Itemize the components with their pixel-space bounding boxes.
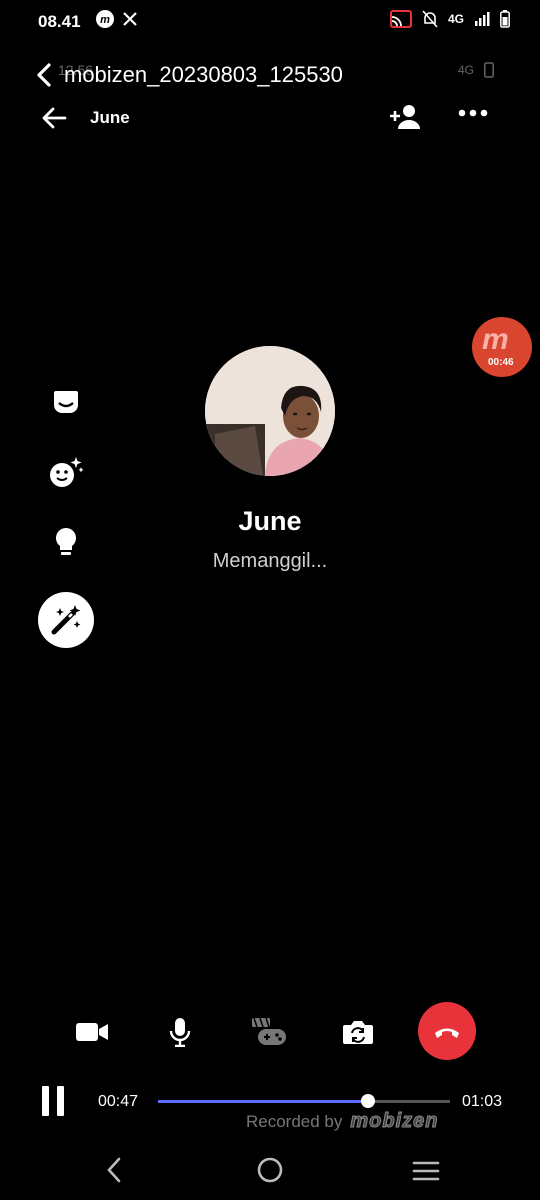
call-controls <box>0 1000 540 1064</box>
mute-bell-icon <box>422 10 438 28</box>
contact-name: June <box>238 506 302 536</box>
contact-avatar <box>205 346 335 476</box>
status-bar: 08.41 m 4G <box>0 0 540 44</box>
total-time: 01:03 <box>462 1093 503 1110</box>
back-nav-icon[interactable] <box>104 1156 124 1184</box>
video-file-name: mobizen_20230803_125530 <box>64 62 343 87</box>
microphone-icon <box>169 1018 191 1047</box>
pause-icon-bar-left <box>42 1086 49 1116</box>
recorded-network-type: 4G <box>457 63 474 77</box>
network-type: 4G <box>447 12 464 26</box>
call-status: Memanggil... <box>212 550 328 572</box>
switch-camera-icon <box>343 1021 373 1044</box>
status-left-icons: m <box>96 10 138 28</box>
recording-timer: 00:46 <box>488 357 514 368</box>
switch-camera-button[interactable] <box>330 1004 386 1060</box>
status-time: 08.41 <box>38 12 81 31</box>
status-right-icons: 4G <box>389 10 510 28</box>
video-title-bar: mobizen_20230803_125530 <box>34 62 343 88</box>
chat-bubble-icon <box>54 391 78 413</box>
header-contact-name: June <box>90 108 130 127</box>
effects-tool[interactable] <box>38 452 94 492</box>
magic-tool[interactable] <box>38 592 94 648</box>
seek-thumb[interactable] <box>361 1094 376 1108</box>
mobizen-logo: m <box>482 323 509 356</box>
games-button[interactable] <box>240 1004 296 1060</box>
gamepad-icon <box>252 1017 286 1045</box>
seek-progress <box>158 1100 369 1103</box>
recorded-battery-icon <box>484 62 494 78</box>
pause-button[interactable] <box>42 1086 64 1116</box>
recents-nav-icon[interactable] <box>412 1160 440 1182</box>
signal-icon <box>475 12 490 26</box>
x-logo-icon <box>123 12 137 26</box>
more-options-icon[interactable] <box>458 108 488 118</box>
battery-icon <box>500 10 510 28</box>
call-header: June <box>0 96 540 140</box>
pause-icon-bar-right <box>57 1086 64 1116</box>
chat-tool[interactable] <box>38 382 94 422</box>
video-toggle-button[interactable] <box>64 1004 120 1060</box>
back-arrow-icon[interactable] <box>40 104 68 132</box>
system-nav-bar <box>0 1140 540 1200</box>
avatar-photo <box>205 346 335 476</box>
elapsed-time: 00:47 <box>98 1093 139 1110</box>
svg-text:m: m <box>100 14 110 26</box>
end-call-icon <box>435 1028 459 1038</box>
home-nav-icon[interactable] <box>256 1156 284 1184</box>
mobizen-status-icon: m <box>96 10 114 28</box>
video-camera-icon <box>76 1023 108 1041</box>
watermark-text: Recorded by <box>246 1111 343 1131</box>
end-call-button[interactable] <box>418 1002 476 1060</box>
add-person-icon[interactable] <box>388 102 422 132</box>
magic-wand-icon <box>51 605 81 635</box>
watermark-brand: mobizen <box>350 1110 439 1133</box>
recorded-status-icons: 4G <box>458 62 494 78</box>
cast-icon <box>389 10 412 28</box>
mobizen-recorder-bubble[interactable]: m 00:46 <box>472 317 532 377</box>
recording-watermark: Recorded by mobizen <box>246 1110 439 1133</box>
microphone-button[interactable] <box>152 1004 208 1060</box>
video-back-icon[interactable] <box>34 62 54 88</box>
sparkle-face-icon <box>50 457 84 487</box>
